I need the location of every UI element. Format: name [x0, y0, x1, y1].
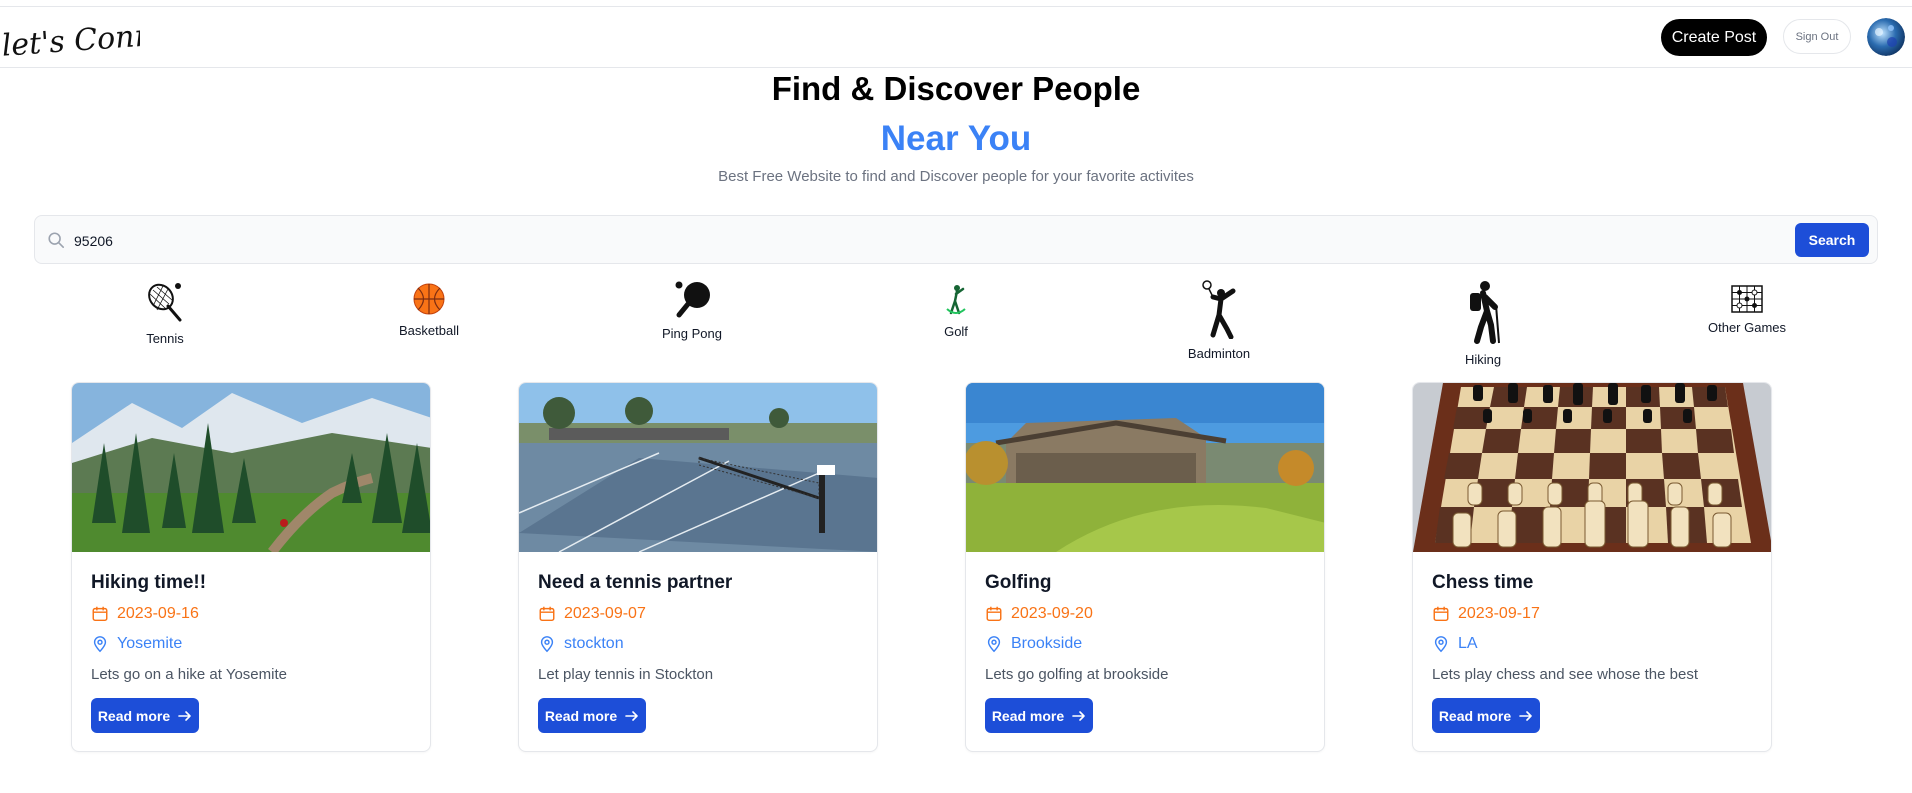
post-title: Golfing [985, 572, 1052, 593]
page-subtitle: Best Free Website to find and Discover p… [718, 168, 1194, 185]
search-input[interactable] [72, 228, 1776, 254]
sign-out-button[interactable]: Sign Out [1783, 19, 1851, 54]
category-other-games[interactable]: Other Games [1677, 285, 1817, 335]
post-title: Hiking time!! [91, 572, 207, 593]
post-image [966, 383, 1324, 552]
category-hiking[interactable]: Hiking [1413, 279, 1553, 367]
category-basketball[interactable]: Basketball [359, 282, 499, 338]
create-post-button[interactable]: Create Post [1661, 19, 1767, 56]
ping-pong-icon [675, 281, 710, 318]
post-date: 2023-09-20 [985, 605, 1093, 623]
post-description: Lets play chess and see whose the best [1432, 666, 1699, 683]
search-bar: Search [34, 215, 1878, 264]
location-pin-icon [93, 636, 107, 653]
post-description: Let play tennis in Stockton [538, 666, 714, 683]
arrow-right-icon [1072, 710, 1085, 721]
category-label: Hiking [1464, 352, 1502, 367]
post-location: stockton [538, 635, 624, 653]
post-location: Brookside [985, 635, 1082, 653]
post-image [1413, 383, 1771, 552]
navbar: let's Connect! Create Post Sign Out [0, 7, 1912, 68]
calendar-icon [539, 606, 555, 622]
post-date: 2023-09-17 [1432, 605, 1540, 623]
category-label: Tennis [146, 331, 184, 346]
category-label: Badminton [1187, 346, 1251, 361]
avatar[interactable] [1867, 18, 1905, 56]
category-tennis[interactable]: Tennis [95, 280, 235, 346]
read-more-button[interactable]: Read more [1432, 698, 1540, 733]
page-title-accent: Near You [880, 119, 1032, 158]
search-icon [48, 232, 65, 249]
category-label: Golf [944, 324, 968, 339]
post-location: LA [1432, 635, 1478, 653]
location-pin-icon [1434, 636, 1448, 653]
post-card[interactable]: Chess time 2023-09-17 LA Lets play chess… [1412, 382, 1772, 752]
category-badminton[interactable]: Badminton [1149, 279, 1289, 361]
other-games-icon [1731, 285, 1763, 313]
location-pin-icon [540, 636, 554, 653]
post-image [519, 383, 877, 552]
category-label: Other Games [1707, 320, 1787, 335]
post-description: Lets go on a hike at Yosemite [91, 666, 287, 683]
post-location: Yosemite [91, 635, 182, 653]
arrow-right-icon [625, 710, 638, 721]
category-golf[interactable]: Golf [886, 283, 1026, 339]
svg-text:let's Connect!: let's Connect! [1, 14, 140, 64]
post-date: 2023-09-07 [538, 605, 646, 623]
golf-icon [946, 285, 966, 315]
calendar-icon [1433, 606, 1449, 622]
read-more-button[interactable]: Read more [538, 698, 646, 733]
badminton-icon [1202, 280, 1236, 340]
post-title: Need a tennis partner [538, 572, 733, 593]
page-title: Find & Discover People [771, 70, 1141, 107]
arrow-right-icon [178, 710, 191, 721]
search-button[interactable]: Search [1795, 223, 1869, 257]
read-more-button[interactable]: Read more [91, 698, 199, 733]
logo[interactable]: let's Connect! [0, 7, 140, 69]
category-ping-pong[interactable]: Ping Pong [622, 279, 762, 341]
category-label: Basketball [399, 323, 459, 338]
location-pin-icon [987, 636, 1001, 653]
hiking-icon [1470, 281, 1500, 344]
tennis-icon [148, 283, 182, 322]
arrow-right-icon [1519, 710, 1532, 721]
post-description: Lets go golfing at brookside [985, 666, 1169, 683]
calendar-icon [92, 606, 108, 622]
calendar-icon [986, 606, 1002, 622]
post-image [72, 383, 430, 552]
post-title: Chess time [1432, 572, 1534, 593]
basketball-icon [413, 283, 445, 315]
read-more-button[interactable]: Read more [985, 698, 1093, 733]
post-date: 2023-09-16 [91, 605, 199, 623]
post-card[interactable]: Need a tennis partner 2023-09-07 stockto… [518, 382, 878, 752]
post-card[interactable]: Hiking time!! 2023-09-16 Yosemite Lets g… [71, 382, 431, 752]
category-label: Ping Pong [662, 326, 722, 341]
post-card[interactable]: Golfing 2023-09-20 Brookside Lets go gol… [965, 382, 1325, 752]
